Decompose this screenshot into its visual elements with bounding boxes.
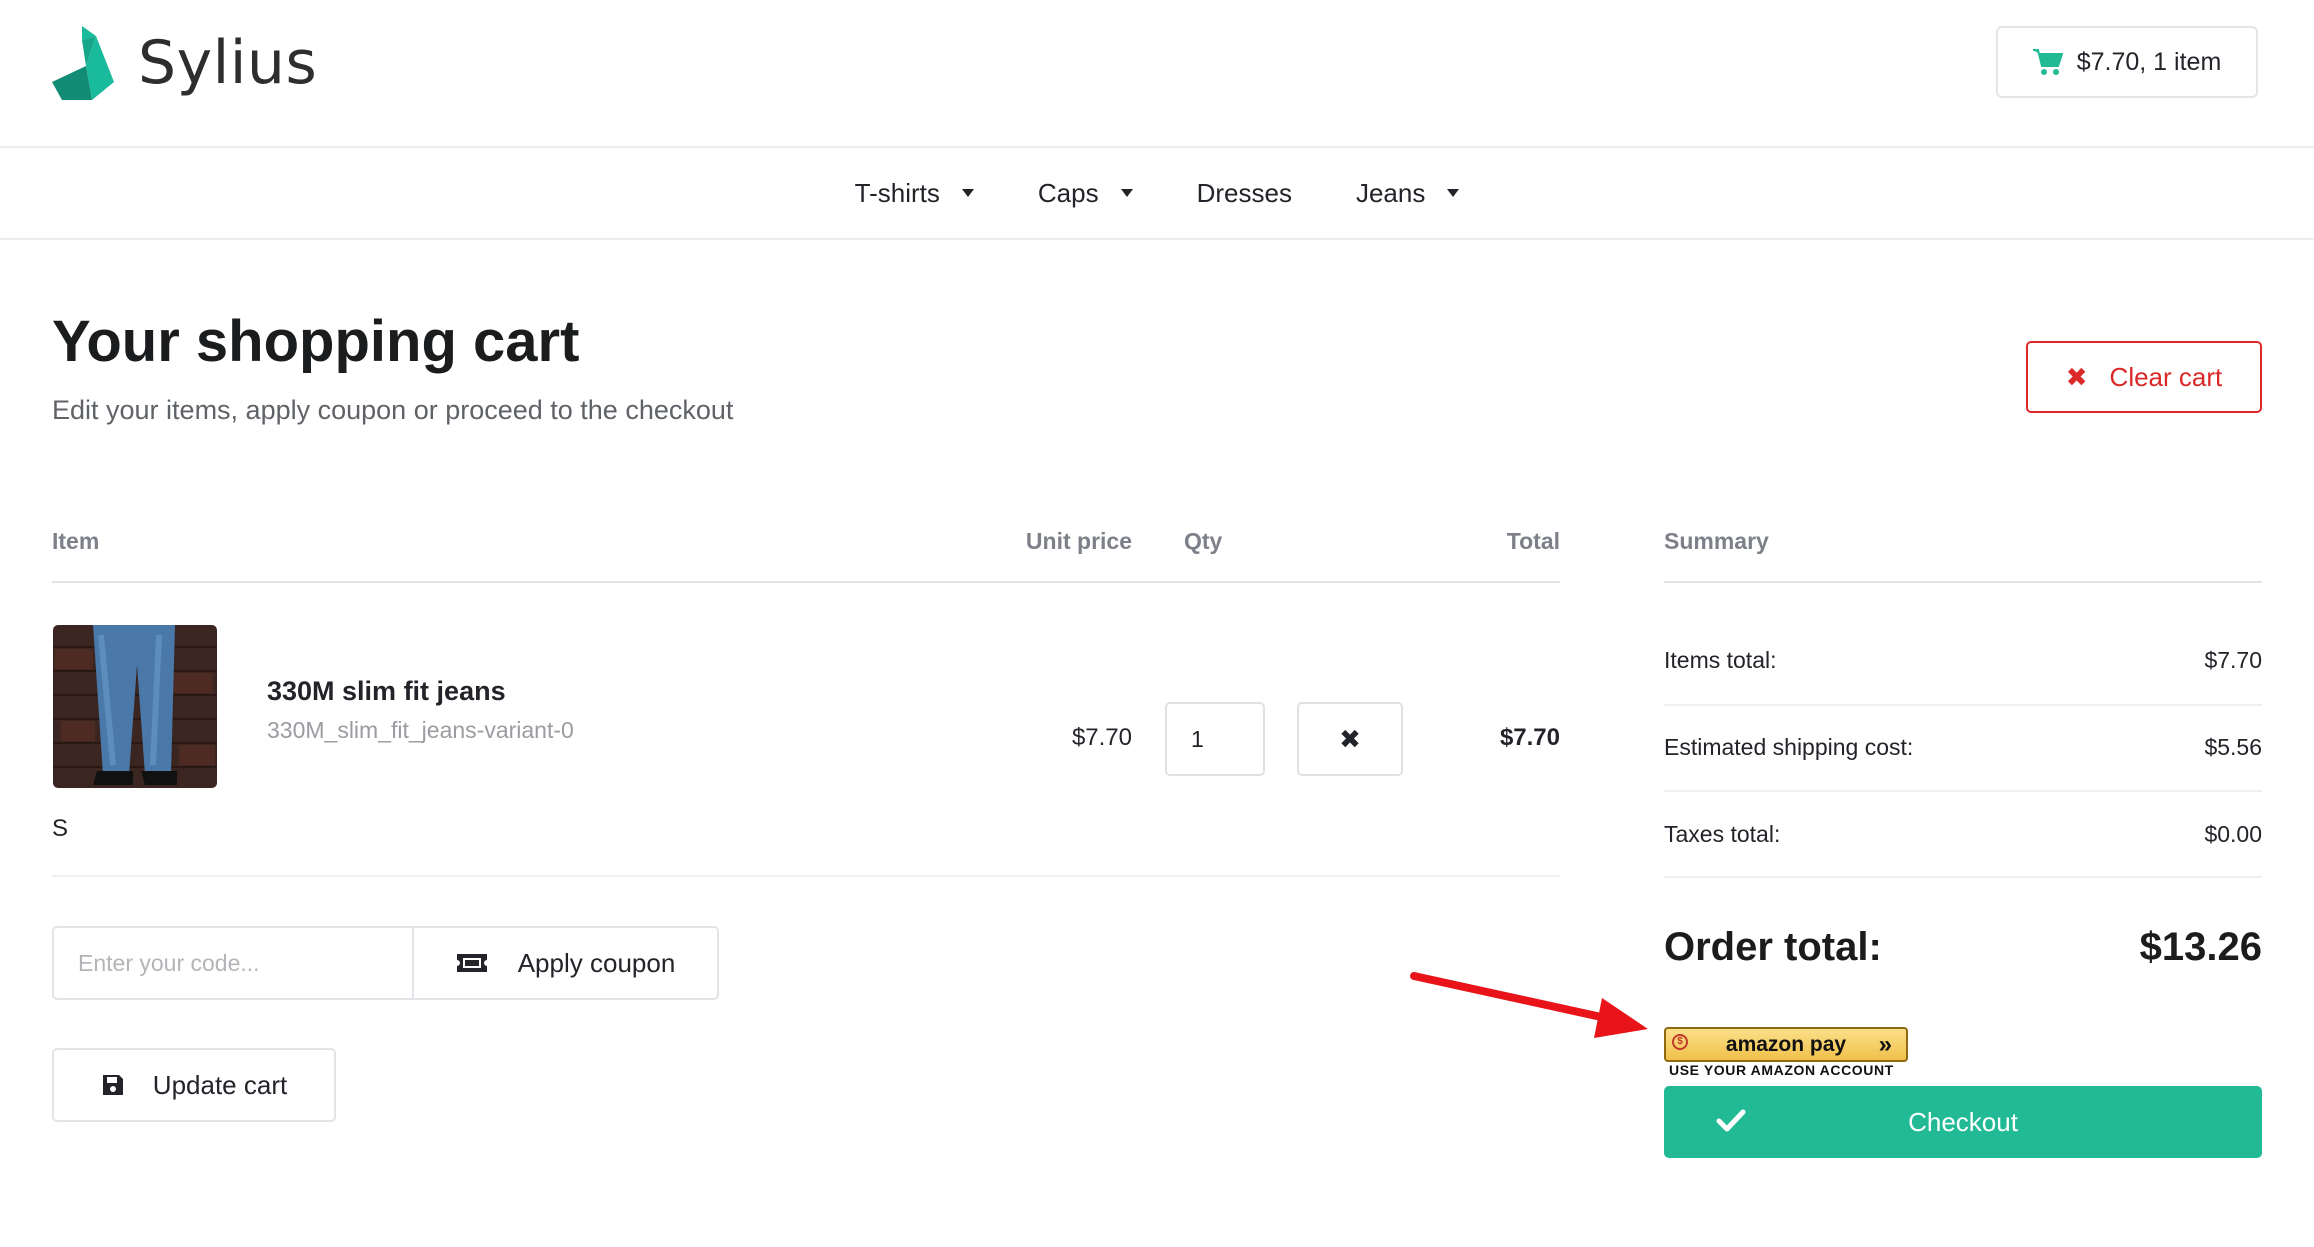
summary-value: $0.00 — [2204, 821, 2262, 847]
nav-item-tshirts[interactable]: T-shirts — [855, 178, 974, 209]
amazon-pay-logo: amazon pay — [1725, 1032, 1847, 1056]
summary-value: $7.70 — [2204, 647, 2262, 673]
product-name[interactable]: 330M slim fit jeans — [267, 676, 506, 707]
unit-price: $7.70 — [1071, 724, 1132, 751]
nav-item-label: Dresses — [1196, 177, 1292, 208]
nav-item-jeans[interactable]: Jeans — [1355, 177, 1460, 209]
clear-cart-button[interactable]: ✖ Clear cart — [2026, 341, 2262, 413]
jeans-photo — [53, 625, 217, 788]
brand-logo[interactable]: Sylius — [52, 26, 317, 100]
summary-heading: Summary — [1664, 528, 1769, 554]
table-header-divider — [52, 581, 1560, 583]
nav-item-caps[interactable]: Caps — [1038, 178, 1133, 209]
ticket-icon — [456, 954, 487, 972]
brand-name: Sylius — [138, 28, 318, 98]
caret-down-icon — [1447, 189, 1460, 197]
summary-divider — [1664, 790, 2262, 792]
nav-item-dresses[interactable]: Dresses — [1197, 178, 1292, 209]
apply-coupon-button[interactable]: Apply coupon — [412, 926, 719, 1000]
column-header-item: Item — [52, 528, 100, 554]
order-total-value: $13.26 — [2139, 925, 2262, 969]
nav-item-label: Jeans — [1355, 177, 1426, 208]
header-cart-summary: $7.70, 1 item — [2076, 47, 2222, 76]
summary-divider — [1664, 704, 2262, 706]
amazon-pay-button[interactable]: $ amazon pay » USE YOUR AMAZON ACCOUNT — [1664, 1027, 1908, 1078]
main-navigation: T-shirts Caps Dresses Jeans — [0, 148, 2314, 240]
page-subtitle: Edit your items, apply coupon or proceed… — [52, 395, 734, 425]
apply-coupon-label: Apply coupon — [517, 947, 676, 978]
nav-item-label: T-shirts — [854, 177, 940, 208]
product-image[interactable] — [53, 625, 217, 788]
swan-logo-icon — [52, 26, 114, 100]
save-icon — [102, 1075, 123, 1095]
shopping-cart-icon — [2032, 49, 2063, 75]
amazon-pay-badge: $ amazon pay » — [1664, 1027, 1908, 1062]
checkmark-icon — [1716, 1109, 1746, 1132]
clear-cart-label: Clear cart — [2109, 361, 2223, 392]
summary-row-shipping: Estimated shipping cost: $5.56 — [1664, 734, 2262, 761]
summary-label: Estimated shipping cost: — [1664, 734, 1914, 760]
remove-icon: ✖ — [1339, 723, 1361, 754]
amazon-coin-icon: $ — [1672, 1034, 1688, 1050]
header-cart-button[interactable]: $7.70, 1 item — [1996, 26, 2258, 98]
product-variant-code: 330M_slim_fit_jeans-variant-0 — [267, 717, 574, 743]
column-header-unit-price: Unit price — [1025, 528, 1132, 554]
caret-down-icon — [1120, 189, 1133, 197]
column-header-total: Total — [1506, 528, 1560, 554]
update-cart-button[interactable]: Update cart — [52, 1048, 336, 1122]
summary-row-taxes: Taxes total: $0.00 — [1664, 821, 2262, 848]
double-chevron-icon: » — [1878, 1031, 1892, 1058]
caret-down-icon — [961, 189, 974, 197]
coupon-code-input[interactable] — [52, 926, 414, 1000]
annotation-arrow-icon — [1410, 972, 1648, 1038]
row-divider — [52, 875, 1560, 877]
page-title: Your shopping cart — [52, 309, 580, 374]
nav-item-label: Caps — [1037, 177, 1099, 208]
summary-label: Taxes total: — [1664, 821, 1781, 847]
checkout-label: Checkout — [1908, 1106, 2018, 1137]
quantity-input[interactable] — [1165, 702, 1265, 776]
column-header-qty: Qty — [1184, 528, 1223, 554]
row-total: $7.70 — [1499, 724, 1560, 751]
summary-divider — [1664, 581, 2262, 583]
update-cart-label: Update cart — [152, 1069, 288, 1100]
summary-label: Items total: — [1664, 647, 1777, 673]
summary-value: $5.56 — [2204, 734, 2262, 760]
order-total-label: Order total: — [1664, 925, 1882, 969]
order-total: Order total: $13.26 — [1664, 925, 2262, 970]
product-option-size: S — [52, 815, 69, 842]
summary-row-items-total: Items total: $7.70 — [1664, 647, 2262, 674]
close-icon: ✖ — [2065, 361, 2088, 392]
checkout-button[interactable]: Checkout — [1664, 1086, 2262, 1158]
summary-divider — [1664, 876, 2262, 878]
amazon-pay-subtext: USE YOUR AMAZON ACCOUNT — [1669, 1062, 1894, 1078]
remove-item-button[interactable]: ✖ — [1297, 702, 1403, 776]
site-header: Sylius $7.70, 1 item — [0, 0, 2314, 148]
